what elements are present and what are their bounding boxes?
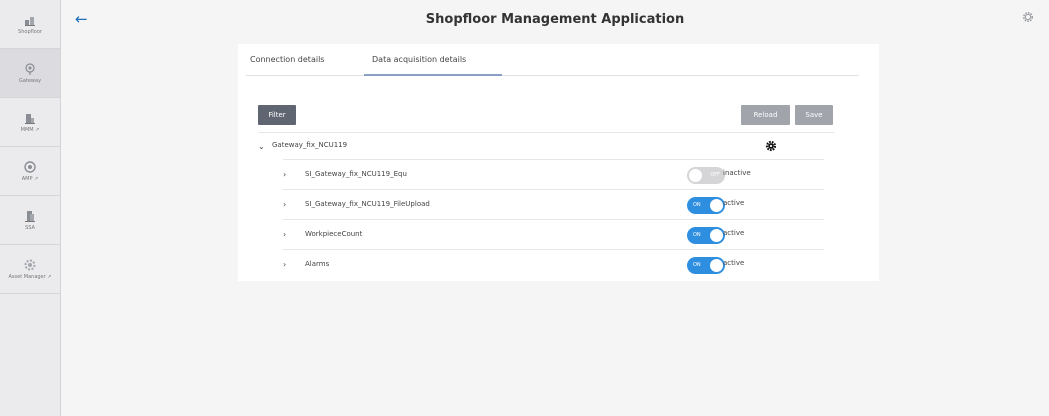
page-title: Shopfloor Management Application [425, 12, 685, 27]
toggle-knob [689, 169, 702, 182]
active-tab-indicator [364, 74, 502, 76]
subsystem-name: Alarms [305, 260, 330, 268]
sidebar-item-amp[interactable]: AMP ↗ [0, 147, 60, 196]
ssa-icon [25, 211, 35, 222]
chevron-right-icon[interactable]: › [283, 230, 286, 239]
status-toggle[interactable]: ON [687, 197, 725, 214]
toggle-label: OFF [710, 172, 720, 178]
toggle-knob [710, 199, 723, 212]
status-text: active [723, 259, 745, 267]
gateway-icon [25, 63, 35, 75]
amp-icon [24, 161, 36, 173]
toggle-label: ON [693, 262, 701, 268]
toggle-knob [710, 259, 723, 272]
list-item[interactable]: › WorkpieceCount ON active [283, 219, 824, 249]
mmm-icon [25, 114, 35, 124]
sidebar-item-ssa[interactable]: SSA [0, 196, 60, 245]
status-text: active [723, 229, 745, 237]
list-item[interactable]: › Alarms ON active [283, 249, 824, 279]
gateway-name: Gateway_fix_NCU119 [272, 141, 348, 149]
sidebar-item-mmm[interactable]: MMM ↗ [0, 98, 60, 147]
sidebar-item-label: Shopfloor [18, 29, 42, 35]
data-acquisition-panel: Connection details Data acquisition deta… [238, 44, 879, 281]
subsystem-name: WorkpieceCount [305, 230, 363, 238]
sidebar-item-asset-manager[interactable]: Asset Manager ↗ [0, 245, 60, 294]
list-item[interactable]: › SI_Gateway_fix_NCU119_Equ OFF inactive [283, 159, 824, 189]
gateway-settings-gear-icon[interactable] [765, 140, 777, 152]
chevron-down-icon[interactable]: ⌄ [258, 142, 265, 151]
status-toggle[interactable]: ON [687, 257, 725, 274]
sidebar-item-label: SSA [25, 225, 35, 231]
sidebar-item-label: Gateway [18, 78, 42, 84]
status-text: inactive [723, 169, 751, 177]
sidebar: Shopfloor Gateway MMM ↗ AMP ↗ SSA Asset … [0, 0, 61, 416]
reload-button[interactable]: Reload [741, 105, 790, 125]
tab-bar: Connection details Data acquisition deta… [246, 44, 859, 76]
asset-manager-icon [24, 259, 36, 271]
chevron-right-icon[interactable]: › [283, 260, 286, 269]
toggle-knob [710, 229, 723, 242]
list-item[interactable]: › SI_Gateway_fix_NCU119_FileUpload ON ac… [283, 189, 824, 219]
status-toggle[interactable]: ON [687, 227, 725, 244]
sidebar-item-label: AMP ↗ [21, 176, 39, 182]
status-text: active [723, 199, 745, 207]
toggle-label: ON [693, 232, 701, 238]
sidebar-item-label: Asset Manager ↗ [8, 274, 52, 280]
subsystem-name: SI_Gateway_fix_NCU119_Equ [305, 170, 407, 178]
sidebar-item-label: MMM ↗ [20, 127, 40, 133]
tab-connection-details[interactable]: Connection details [250, 55, 324, 64]
subsystem-name: SI_Gateway_fix_NCU119_FileUpload [305, 200, 430, 208]
gateway-row[interactable]: ⌄ Gateway_fix_NCU119 [258, 132, 834, 159]
settings-gear-icon[interactable] [1021, 10, 1035, 24]
toggle-label: ON [693, 202, 701, 208]
chevron-right-icon[interactable]: › [283, 200, 286, 209]
status-toggle[interactable]: OFF [687, 167, 725, 184]
chevron-right-icon[interactable]: › [283, 170, 286, 179]
tab-data-acquisition-details[interactable]: Data acquisition details [372, 55, 466, 64]
save-button[interactable]: Save [795, 105, 833, 125]
sidebar-item-gateway[interactable]: Gateway [0, 49, 60, 98]
filter-button[interactable]: Filter [258, 105, 296, 125]
